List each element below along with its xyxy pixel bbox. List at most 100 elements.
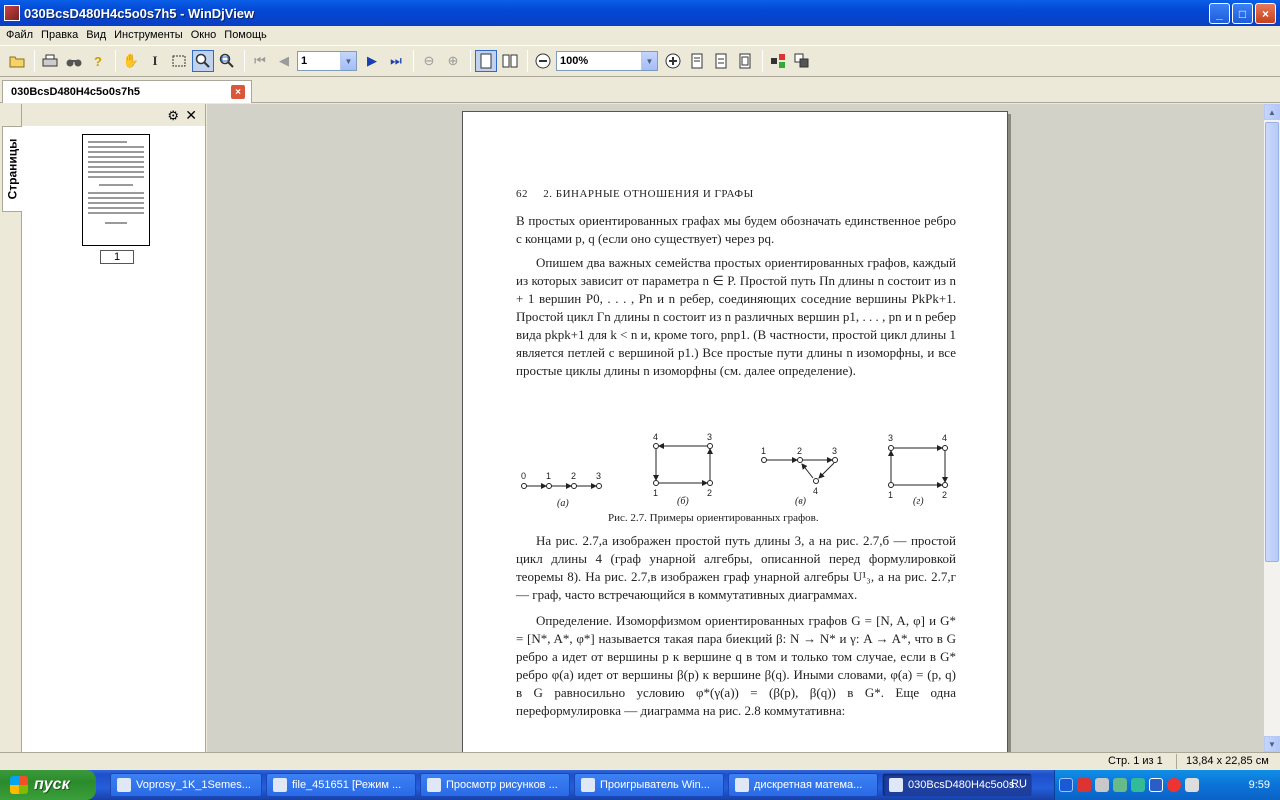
- paragraph: Определение. Изоморфизмом ориентированны…: [516, 613, 956, 718]
- chevron-down-icon[interactable]: ▼: [641, 52, 657, 70]
- taskbar-item-active[interactable]: 030BcsD480H4c5o0s...: [882, 773, 1032, 797]
- display-mode-icon[interactable]: [767, 50, 789, 72]
- page-number-value: 1: [301, 55, 308, 67]
- svg-text:4: 4: [942, 433, 947, 443]
- keyboard-layout-icon[interactable]: [1149, 778, 1163, 792]
- document-page: 62 2. БИНАРНЫЕ ОТНОШЕНИЯ И ГРАФЫ В прост…: [462, 111, 1008, 752]
- page-thumbnail[interactable]: [82, 134, 150, 246]
- fit-page-icon[interactable]: [686, 50, 708, 72]
- taskbar-item[interactable]: дискретная матема...: [728, 773, 878, 797]
- toolbar-separator: [34, 50, 35, 72]
- svg-text:3: 3: [832, 446, 837, 456]
- close-panel-icon[interactable]: ✕: [185, 107, 197, 124]
- figure-caption: Рис. 2.7. Примеры ориентированных графов…: [608, 512, 819, 524]
- scroll-down-icon[interactable]: ▼: [1264, 736, 1280, 752]
- svg-text:2: 2: [707, 488, 712, 498]
- tray-app-icon[interactable]: [1095, 778, 1109, 792]
- app-icon: [4, 5, 20, 21]
- taskbar-item[interactable]: file_451651 [Режим ...: [266, 773, 416, 797]
- layers-icon[interactable]: [791, 50, 813, 72]
- folder-icon: [735, 778, 749, 792]
- document-view[interactable]: 62 2. БИНАРНЫЕ ОТНОШЕНИЯ И ГРАФЫ В прост…: [207, 104, 1264, 752]
- rect-select-icon[interactable]: [168, 50, 190, 72]
- document-tab-label: 030BcsD480H4c5o0s7h5: [11, 86, 141, 98]
- text-select-icon[interactable]: I: [144, 50, 166, 72]
- network-icon[interactable]: [1131, 778, 1145, 792]
- zoom-out-icon[interactable]: [532, 50, 554, 72]
- zoom-in-icon[interactable]: [662, 50, 684, 72]
- taskbar-item[interactable]: Просмотр рисунков ...: [420, 773, 570, 797]
- close-button[interactable]: ×: [1255, 3, 1276, 24]
- print-icon[interactable]: [39, 50, 61, 72]
- close-tab-icon[interactable]: ×: [231, 85, 245, 99]
- page-header: 62 2. БИНАРНЫЕ ОТНОШЕНИЯ И ГРАФЫ: [516, 188, 754, 200]
- single-page-layout-icon[interactable]: [475, 50, 497, 72]
- graph-path: [521, 483, 602, 489]
- next-page-icon[interactable]: ▶: [361, 50, 383, 72]
- toolbar-separator: [527, 50, 528, 72]
- last-page-icon[interactable]: ⏭: [385, 50, 407, 72]
- menu-edit[interactable]: Правка: [37, 29, 82, 41]
- figure-label: (г): [913, 496, 924, 507]
- zoom-select[interactable]: 100% ▼: [556, 51, 658, 71]
- scrollbar-thumb[interactable]: [1265, 122, 1279, 562]
- menu-view[interactable]: Вид: [82, 29, 110, 41]
- svg-text:1: 1: [653, 488, 658, 498]
- find-binoculars-icon[interactable]: [63, 50, 85, 72]
- language-indicator[interactable]: RU: [1011, 778, 1027, 790]
- tray-arrow-icon[interactable]: [1059, 778, 1073, 792]
- first-page-icon[interactable]: ⏮: [249, 50, 271, 72]
- tray-app-icon[interactable]: [1113, 778, 1127, 792]
- opera-icon[interactable]: [1167, 778, 1181, 792]
- figure-label: (б): [677, 496, 689, 507]
- prev-page-icon[interactable]: ◀: [273, 50, 295, 72]
- chevron-down-icon[interactable]: ▼: [340, 52, 356, 70]
- menu-help[interactable]: Помощь: [220, 29, 271, 41]
- taskbar-item[interactable]: Проигрыватель Win...: [574, 773, 724, 797]
- document-tab[interactable]: 030BcsD480H4c5o0s7h5 ×: [2, 80, 252, 103]
- thumbnail-page-number: 1: [100, 250, 134, 264]
- svg-text:3: 3: [596, 471, 601, 481]
- zoom-rect-icon[interactable]: [216, 50, 238, 72]
- svg-text:0: 0: [521, 471, 526, 481]
- taskbar-item[interactable]: Voprosy_1K_1Semes...: [110, 773, 262, 797]
- paragraph: Опишем два важных семейства простых орие…: [516, 255, 956, 378]
- paragraph: На рис. 2.7,а изображен простой путь дли…: [516, 533, 956, 602]
- two-page-layout-icon[interactable]: [499, 50, 521, 72]
- menu-bar: Файл Правка Вид Инструменты Окно Помощь: [0, 26, 1280, 44]
- menu-tools[interactable]: Инструменты: [110, 29, 187, 41]
- open-folder-icon[interactable]: [6, 50, 28, 72]
- scroll-up-icon[interactable]: ▲: [1264, 104, 1280, 120]
- antivirus-icon[interactable]: [1077, 778, 1091, 792]
- panel-header: ⚙ ✕: [22, 104, 205, 126]
- tab-pages[interactable]: Страницы: [2, 126, 22, 212]
- toolbar-separator: [762, 50, 763, 72]
- menu-file[interactable]: Файл: [2, 29, 37, 41]
- svg-text:1: 1: [546, 471, 551, 481]
- hand-tool-icon[interactable]: ✋: [120, 50, 142, 72]
- fit-width-icon[interactable]: [710, 50, 732, 72]
- windows-logo-icon: [10, 776, 28, 794]
- svg-text:2: 2: [942, 490, 947, 500]
- start-button[interactable]: пуск: [0, 770, 96, 800]
- zoom-tool-icon[interactable]: [192, 50, 214, 72]
- actual-size-icon[interactable]: [734, 50, 756, 72]
- chrome-icon: [427, 778, 441, 792]
- minimize-button[interactable]: _: [1209, 3, 1230, 24]
- media-player-icon: [581, 778, 595, 792]
- page-number: 62: [516, 188, 528, 200]
- menu-window[interactable]: Окно: [187, 29, 221, 41]
- status-bar: Стр. 1 из 1 13,84 x 22,85 см: [0, 752, 1280, 770]
- forward-icon[interactable]: ⊕: [442, 50, 464, 72]
- clock: 9:59: [1248, 779, 1270, 791]
- back-icon[interactable]: ⊖: [418, 50, 440, 72]
- start-label: пуск: [34, 776, 70, 793]
- maximize-button[interactable]: □: [1232, 3, 1253, 24]
- help-icon[interactable]: ?: [87, 50, 109, 72]
- svg-text:3: 3: [888, 433, 893, 443]
- chapter-title: 2. БИНАРНЫЕ ОТНОШЕНИЯ И ГРАФЫ: [543, 188, 754, 200]
- vertical-scrollbar[interactable]: ▲ ▼: [1264, 104, 1280, 752]
- volume-icon[interactable]: [1185, 778, 1199, 792]
- gear-icon[interactable]: ⚙: [167, 108, 179, 124]
- page-number-select[interactable]: 1 ▼: [297, 51, 357, 71]
